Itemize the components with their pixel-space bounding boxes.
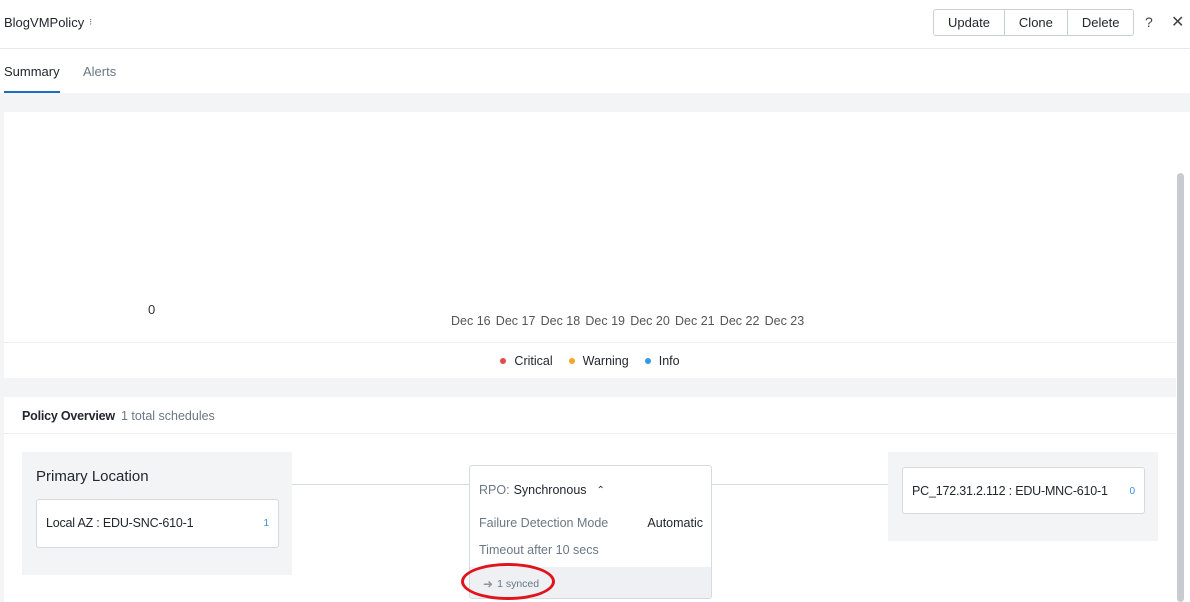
failure-detection-label: Failure Detection Mode — [479, 516, 609, 530]
x-tick-label: Dec 21 — [675, 314, 715, 328]
legend-label: Critical — [514, 354, 553, 368]
policy-overview-panel: Policy Overview 1 total schedules Primar… — [4, 397, 1176, 602]
rpo-toggle[interactable]: RPO: Synchronous ⌃ — [479, 483, 605, 497]
legend-label: Info — [658, 354, 680, 368]
alerts-chart: 0 Dec 16 Dec 17 Dec 18 Dec 19 Dec 20 Dec 21 De… — [4, 112, 1176, 378]
timeout-label: Timeout after 10 secs — [479, 543, 599, 557]
legend-dot-icon — [568, 358, 575, 364]
x-tick-label: Dec 17 — [495, 314, 536, 328]
rpo-value: Synchronous — [513, 483, 587, 497]
action-button-group: Update Clone Delete — [933, 9, 1135, 36]
primary-site-count: 1 — [263, 518, 269, 529]
schedule-count: 1 total schedules — [121, 409, 215, 423]
x-tick-label: Dec 23 — [764, 314, 805, 328]
primary-location-label: Primary Location — [36, 468, 149, 485]
connector-line-left — [292, 484, 469, 485]
sort-caret-icon[interactable]: ⁝ — [89, 18, 92, 27]
x-tick-label: Dec 16 — [451, 314, 491, 328]
rpo-key: RPO: — [479, 483, 510, 497]
primary-site-card[interactable]: Local AZ : EDU-SNC-610-1 1 — [36, 499, 279, 548]
update-button[interactable]: Update — [934, 10, 1005, 35]
tab-alerts[interactable]: Alerts — [83, 64, 116, 91]
scrollbar-thumb[interactable] — [1177, 173, 1184, 602]
chart-legend: Critical Warning Info — [4, 354, 1176, 368]
legend-item[interactable]: Critical — [500, 354, 553, 368]
chart-divider — [4, 342, 1176, 343]
close-icon[interactable]: ✕ — [1171, 12, 1184, 32]
primary-site-name: Local AZ : EDU-SNC-610-1 — [46, 516, 194, 530]
remote-site-count: 0 — [1129, 486, 1135, 497]
remote-location-box: PC_172.31.2.112 : EDU-MNC-610-1 0 — [888, 452, 1158, 541]
policy-title[interactable]: BlogVMPolicy ⁝ — [4, 15, 92, 30]
x-tick-label: Dec 19 — [585, 314, 625, 328]
remote-site-name: PC_172.31.2.112 : EDU-MNC-610-1 — [912, 484, 1108, 498]
legend-dot-icon — [644, 358, 651, 364]
help-icon[interactable]: ? — [1145, 14, 1153, 30]
legend-dot-icon — [500, 358, 507, 364]
x-tick-label: Dec 22 — [719, 314, 760, 328]
primary-location-box: Primary Location Local AZ : EDU-SNC-610-… — [22, 452, 292, 575]
delete-button[interactable]: Delete — [1067, 10, 1134, 35]
legend-item[interactable]: Warning — [568, 354, 629, 368]
policy-overview-title: Policy Overview — [22, 409, 115, 423]
failure-detection-value: Automatic — [647, 516, 703, 530]
legend-label: Warning — [582, 354, 629, 368]
legend-item[interactable]: Info — [644, 354, 680, 368]
chevron-up-icon[interactable]: ⌃ — [597, 485, 605, 496]
tab-bar: Summary Alerts — [0, 49, 1190, 93]
connector-line-right — [712, 484, 888, 485]
tab-summary[interactable]: Summary — [4, 64, 60, 93]
x-tick-label: Dec 20 — [630, 314, 670, 328]
policy-overview-header: Policy Overview 1 total schedules — [4, 397, 1176, 434]
highlight-annotation — [461, 563, 555, 600]
remote-site-card[interactable]: PC_172.31.2.112 : EDU-MNC-610-1 0 — [902, 467, 1145, 514]
y-tick-label: 0 — [148, 302, 156, 317]
page-header: BlogVMPolicy ⁝ Update Clone Delete ? ✕ — [0, 0, 1190, 49]
policy-title-text: BlogVMPolicy — [4, 15, 85, 30]
x-tick-label: Dec 18 — [540, 314, 581, 328]
clone-button[interactable]: Clone — [1004, 10, 1068, 35]
